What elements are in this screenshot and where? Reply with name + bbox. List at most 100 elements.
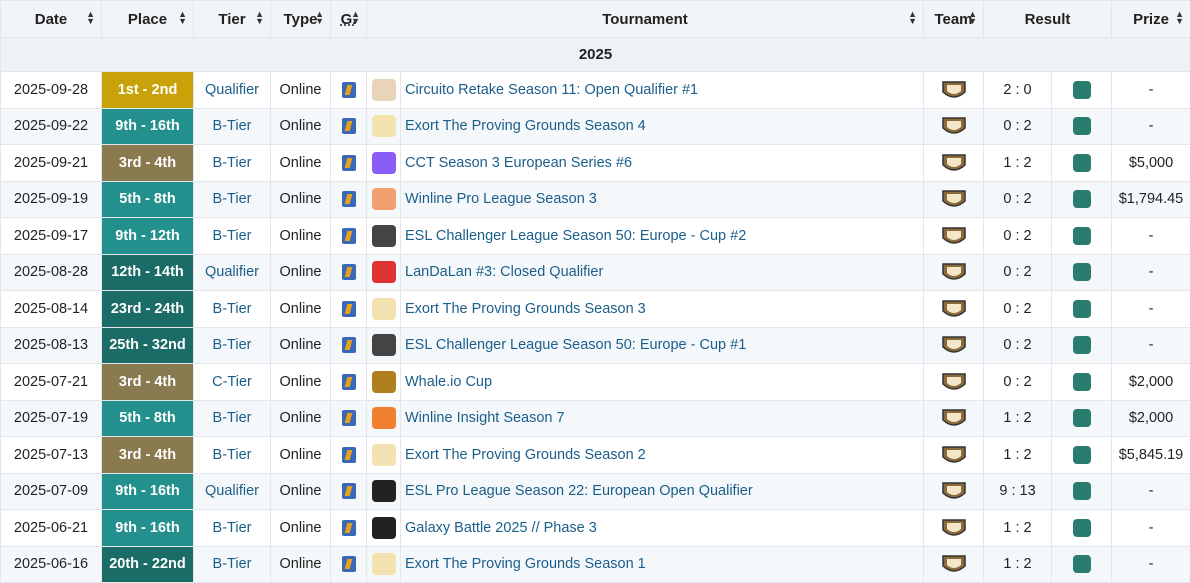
place-cell: 9th - 12th [102,218,194,255]
opponent-logo-icon [1067,369,1097,395]
team-cell[interactable] [924,364,984,401]
opponent-cell[interactable] [1052,546,1112,583]
tournament-icon-cell[interactable] [367,510,401,547]
score-cell: 9 : 13 [984,473,1052,510]
opponent-logo-icon [1067,296,1097,322]
tier-link[interactable]: B-Tier [194,145,271,182]
tournament-icon-cell[interactable] [367,254,401,291]
tournament-link[interactable]: Circuito Retake Season 11: Open Qualifie… [401,72,924,109]
tournament-icon-cell[interactable] [367,72,401,109]
header-game[interactable]: G.▲▼ [331,1,367,38]
tournament-link[interactable]: Exort The Proving Grounds Season 3 [401,291,924,328]
opponent-cell[interactable] [1052,510,1112,547]
tier-link[interactable]: B-Tier [194,291,271,328]
tournament-link[interactable]: ESL Challenger League Season 50: Europe … [401,327,924,364]
type-cell: Online [271,437,331,474]
opponent-cell[interactable] [1052,145,1112,182]
tier-link[interactable]: B-Tier [194,108,271,145]
team-cell[interactable] [924,108,984,145]
opponent-cell[interactable] [1052,218,1112,255]
team-cell[interactable] [924,145,984,182]
opponent-cell[interactable] [1052,291,1112,328]
tournament-icon-cell[interactable] [367,327,401,364]
tier-link[interactable]: C-Tier [194,364,271,401]
team-logo-icon [941,406,967,430]
header-team[interactable]: Team▲▼ [924,1,984,38]
tournament-link[interactable]: Exort The Proving Grounds Season 1 [401,546,924,583]
tier-link[interactable]: Qualifier [194,254,271,291]
tournament-icon-cell[interactable] [367,108,401,145]
place-cell: 9th - 16th [102,510,194,547]
exort-icon [372,553,396,575]
tournament-icon-cell[interactable] [367,437,401,474]
header-type[interactable]: Type▲▼ [271,1,331,38]
tier-link[interactable]: B-Tier [194,437,271,474]
tournament-icon-cell[interactable] [367,400,401,437]
header-prize[interactable]: Prize▲▼ [1112,1,1190,38]
tier-link[interactable]: B-Tier [194,327,271,364]
sort-icon: ▲▼ [1175,11,1184,25]
tournament-icon-cell[interactable] [367,364,401,401]
tier-link[interactable]: B-Tier [194,218,271,255]
header-row: Date▲▼ Place▲▼ Tier▲▼ Type▲▼ G.▲▼ Tourna… [1,1,1190,38]
header-tier[interactable]: Tier▲▼ [194,1,271,38]
opponent-cell[interactable] [1052,72,1112,109]
tier-link[interactable]: B-Tier [194,181,271,218]
opponent-cell[interactable] [1052,108,1112,145]
tournament-icon-cell[interactable] [367,145,401,182]
team-cell[interactable] [924,254,984,291]
team-cell[interactable] [924,437,984,474]
team-cell[interactable] [924,218,984,255]
tournament-icon-cell[interactable] [367,291,401,328]
score-cell: 1 : 2 [984,546,1052,583]
header-date[interactable]: Date▲▼ [1,1,102,38]
opponent-cell[interactable] [1052,437,1112,474]
prize-cell: - [1112,254,1190,291]
team-cell[interactable] [924,510,984,547]
esl-pro-icon [372,480,396,502]
team-cell[interactable] [924,400,984,437]
tier-link[interactable]: Qualifier [194,72,271,109]
header-tournament[interactable]: Tournament▲▼ [367,1,924,38]
opponent-cell[interactable] [1052,364,1112,401]
tournament-link[interactable]: Whale.io Cup [401,364,924,401]
table-row: 2025-07-133rd - 4thB-TierOnlineExort The… [1,437,1190,474]
team-cell[interactable] [924,546,984,583]
esl-icon [372,334,396,356]
opponent-cell[interactable] [1052,327,1112,364]
tournament-link[interactable]: Winline Pro League Season 3 [401,181,924,218]
opponent-cell[interactable] [1052,181,1112,218]
game-icon [342,155,356,171]
tournament-icon-cell[interactable] [367,473,401,510]
place-cell: 9th - 16th [102,473,194,510]
team-cell[interactable] [924,291,984,328]
tournament-link[interactable]: Galaxy Battle 2025 // Phase 3 [401,510,924,547]
prize-cell: $2,000 [1112,400,1190,437]
team-cell[interactable] [924,72,984,109]
tournament-link[interactable]: Winline Insight Season 7 [401,400,924,437]
exort-icon [372,298,396,320]
type-cell: Online [271,546,331,583]
team-logo-icon [941,187,967,211]
tournament-icon-cell[interactable] [367,218,401,255]
team-cell[interactable] [924,473,984,510]
tournament-icon-cell[interactable] [367,546,401,583]
tournament-link[interactable]: Exort The Proving Grounds Season 2 [401,437,924,474]
tournament-link[interactable]: CCT Season 3 European Series #6 [401,145,924,182]
tournament-icon-cell[interactable] [367,181,401,218]
tournament-link[interactable]: Exort The Proving Grounds Season 4 [401,108,924,145]
header-place[interactable]: Place▲▼ [102,1,194,38]
tier-link[interactable]: B-Tier [194,546,271,583]
opponent-cell[interactable] [1052,254,1112,291]
tier-link[interactable]: Qualifier [194,473,271,510]
team-cell[interactable] [924,181,984,218]
opponent-cell[interactable] [1052,473,1112,510]
tier-link[interactable]: B-Tier [194,510,271,547]
team-cell[interactable] [924,327,984,364]
sort-icon: ▲▼ [315,11,324,25]
tier-link[interactable]: B-Tier [194,400,271,437]
tournament-link[interactable]: LanDaLan #3: Closed Qualifier [401,254,924,291]
tournament-link[interactable]: ESL Pro League Season 22: European Open … [401,473,924,510]
opponent-cell[interactable] [1052,400,1112,437]
tournament-link[interactable]: ESL Challenger League Season 50: Europe … [401,218,924,255]
